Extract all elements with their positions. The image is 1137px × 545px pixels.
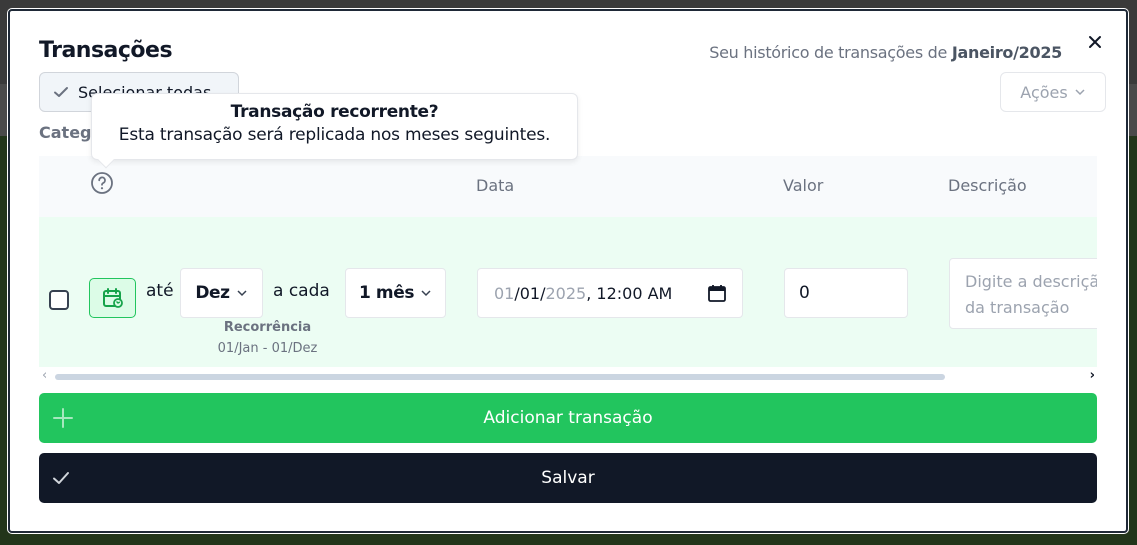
tooltip-title: Transação recorrente? [230, 102, 439, 122]
scroll-right-icon[interactable]: › [1090, 369, 1095, 383]
until-month-value: Dez [195, 283, 230, 303]
date-year: 2025 [545, 283, 587, 303]
check-icon [53, 472, 69, 484]
save-label: Salvar [541, 468, 595, 488]
plus-icon [53, 408, 73, 428]
calendar-icon[interactable] [708, 284, 726, 302]
help-circle-icon[interactable] [90, 171, 114, 195]
subtitle-period: Janeiro/2025 [951, 43, 1062, 62]
modal-subtitle: Seu histórico de transações de Janeiro/2… [709, 43, 1062, 62]
scroll-thumb[interactable] [55, 374, 945, 380]
date-day: 01 [519, 283, 541, 303]
chevron-down-icon [421, 290, 431, 297]
date-input[interactable]: 01 / 01 / 2025 , 12:00 AM [477, 268, 743, 318]
header-valor: Valor [783, 176, 824, 195]
header-descricao: Descrição [948, 176, 1027, 195]
actions-dropdown[interactable]: Ações [1000, 72, 1106, 112]
scroll-left-icon[interactable]: ‹ [42, 369, 47, 383]
recurrence-range: 01/Jan - 01/Dez [217, 341, 318, 356]
transactions-modal: Transações Seu histórico de transações d… [8, 9, 1128, 533]
header-data: Data [476, 176, 515, 195]
add-transaction-label: Adicionar transação [483, 408, 653, 428]
table-header: Data Valor Descrição [39, 156, 1097, 217]
every-label: a cada [273, 281, 330, 301]
every-interval-value: 1 mês [358, 283, 415, 303]
calendar-repeat-icon [102, 288, 123, 308]
modal-title: Transações [39, 38, 173, 63]
date-time: , 12:00 AM [586, 283, 673, 303]
save-button[interactable]: Salvar [39, 453, 1097, 503]
close-button[interactable] [1084, 31, 1106, 53]
add-transaction-button[interactable]: Adicionar transação [39, 393, 1097, 443]
chevron-down-icon [1075, 89, 1085, 96]
recurrence-tooltip: Transação recorrente? Esta transação ser… [91, 93, 578, 169]
table-row: até Dez a cada 1 mês Recorrência 01/Jan … [39, 217, 1097, 367]
until-label: até [146, 281, 174, 301]
close-icon [1089, 36, 1101, 48]
every-interval-select[interactable]: 1 mês [345, 268, 446, 318]
row-checkbox[interactable] [49, 290, 69, 310]
actions-label: Ações [1020, 82, 1068, 102]
check-icon [54, 87, 68, 97]
date-month: 01 [494, 283, 515, 303]
until-month-select[interactable]: Dez [180, 268, 263, 318]
recurrence-toggle-button[interactable] [89, 278, 136, 318]
recurrence-label: Recorrência [223, 320, 312, 335]
tooltip-body: Esta transação será replicada nos meses … [118, 125, 551, 145]
value-input[interactable]: 0 [784, 268, 908, 318]
horizontal-scrollbar[interactable]: ‹ › [39, 369, 1097, 383]
subtitle-prefix: Seu histórico de transações de [709, 43, 948, 62]
chevron-down-icon [237, 290, 247, 297]
description-input[interactable]: Digite a descrição da transação [949, 258, 1097, 329]
category-label: Categ [39, 123, 92, 142]
